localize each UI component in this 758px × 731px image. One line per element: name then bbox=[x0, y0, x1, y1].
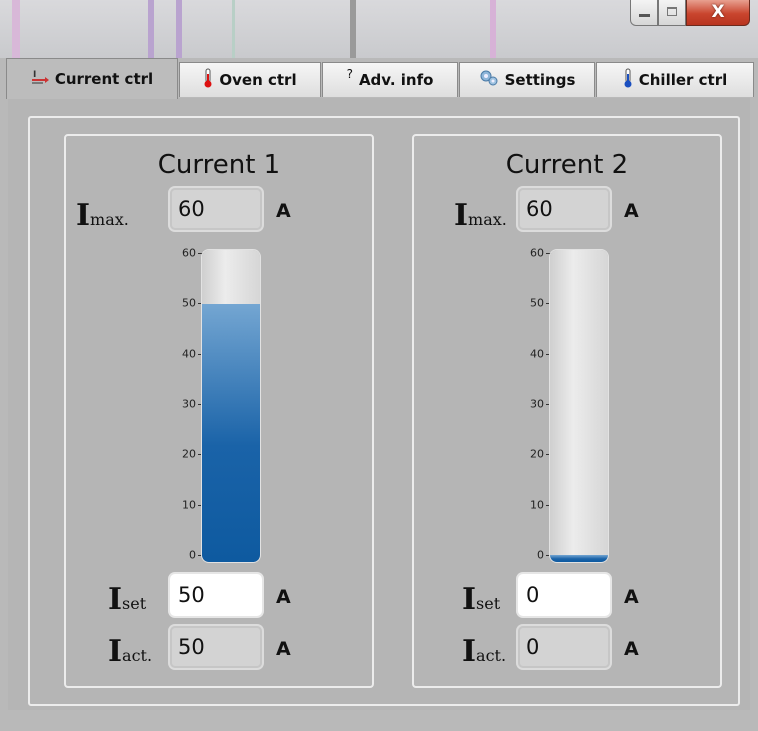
gauge-scale: 60 50 40 30 20 10 0 bbox=[164, 246, 204, 578]
imax-unit: A bbox=[624, 200, 639, 222]
scale-tick-label: 10 bbox=[182, 498, 196, 512]
thermometer-blue-icon bbox=[623, 68, 633, 92]
close-icon: X bbox=[711, 2, 725, 22]
iact-unit: A bbox=[624, 638, 639, 660]
scale-tick-label: 30 bbox=[182, 397, 196, 411]
minimize-icon bbox=[639, 14, 650, 17]
window-controls: X bbox=[630, 0, 750, 26]
iact-field: 50 bbox=[170, 626, 262, 668]
scale-tick-label: 40 bbox=[530, 347, 544, 361]
tab-oven-ctrl[interactable]: Oven ctrl bbox=[179, 62, 321, 97]
gauge-scale: 60 50 40 30 20 10 0 bbox=[512, 246, 552, 578]
imax-unit: A bbox=[276, 200, 291, 222]
current-icon: I bbox=[31, 69, 49, 89]
scale-tick-label: 0 bbox=[537, 548, 544, 562]
svg-text:I: I bbox=[33, 70, 36, 80]
channels-frame: Current 1 Imax. 60 A 60 50 40 30 20 10 0 Iset … bbox=[28, 116, 740, 706]
tab-label: Current ctrl bbox=[54, 70, 154, 88]
scale-tick-label: 60 bbox=[182, 246, 196, 260]
tab-current-ctrl[interactable]: I Current ctrl bbox=[6, 58, 178, 99]
tab-settings[interactable]: Settings bbox=[459, 62, 595, 97]
imax-field: 60 bbox=[518, 188, 610, 230]
current-gauge bbox=[550, 250, 608, 562]
iact-label: Iact. bbox=[108, 634, 153, 669]
scale-tick-label: 0 bbox=[189, 548, 196, 562]
question-icon: ? bbox=[346, 67, 353, 81]
maximize-icon bbox=[667, 7, 677, 16]
tab-label: Adv. info bbox=[358, 71, 434, 89]
scale-tick-label: 60 bbox=[530, 246, 544, 260]
tab-label: Chiller ctrl bbox=[638, 71, 728, 89]
scale-tick-label: 10 bbox=[530, 498, 544, 512]
thermometer-red-icon bbox=[203, 68, 213, 92]
current-1-group: Current 1 Imax. 60 A 60 50 40 30 20 10 0 Iset … bbox=[64, 134, 374, 688]
close-button[interactable]: X bbox=[686, 0, 750, 26]
tab-chiller-ctrl[interactable]: Chiller ctrl bbox=[596, 62, 754, 97]
iset-input[interactable]: 50 bbox=[170, 574, 262, 616]
channel-title: Current 2 bbox=[505, 150, 629, 180]
gears-icon bbox=[479, 69, 499, 91]
iset-input[interactable]: 0 bbox=[518, 574, 610, 616]
iset-label: Iset bbox=[462, 582, 501, 617]
tab-adv-info[interactable]: ? Adv. info bbox=[322, 62, 458, 97]
tab-bar: I Current ctrl Oven ctrl ? Adv. info Set… bbox=[0, 58, 758, 99]
scale-tick-label: 30 bbox=[530, 397, 544, 411]
channel-title: Current 1 bbox=[157, 150, 281, 180]
iact-label: Iact. bbox=[462, 634, 507, 669]
gauge-fill bbox=[202, 304, 260, 562]
title-bar: X bbox=[0, 0, 758, 58]
maximize-button[interactable] bbox=[658, 0, 686, 26]
tab-label: Oven ctrl bbox=[219, 71, 297, 89]
current-ctrl-panel: Current 1 Imax. 60 A 60 50 40 30 20 10 0 Iset … bbox=[8, 98, 750, 710]
scale-tick-label: 20 bbox=[530, 447, 544, 461]
iset-unit: A bbox=[624, 586, 639, 608]
imax-label: Imax. bbox=[454, 198, 507, 233]
iact-field: 0 bbox=[518, 626, 610, 668]
current-2-group: Current 2 Imax. 60 A 60 50 40 30 20 10 0 Iset … bbox=[412, 134, 722, 688]
iact-unit: A bbox=[276, 638, 291, 660]
current-gauge bbox=[202, 250, 260, 562]
iset-unit: A bbox=[276, 586, 291, 608]
scale-tick-label: 20 bbox=[182, 447, 196, 461]
minimize-button[interactable] bbox=[630, 0, 658, 26]
tab-label: Settings bbox=[504, 71, 576, 89]
gauge-fill bbox=[550, 555, 608, 562]
scale-tick-label: 50 bbox=[182, 296, 196, 310]
scale-tick-label: 50 bbox=[530, 296, 544, 310]
imax-field: 60 bbox=[170, 188, 262, 230]
iset-label: Iset bbox=[108, 582, 147, 617]
scale-tick-label: 40 bbox=[182, 347, 196, 361]
imax-label: Imax. bbox=[76, 198, 129, 233]
